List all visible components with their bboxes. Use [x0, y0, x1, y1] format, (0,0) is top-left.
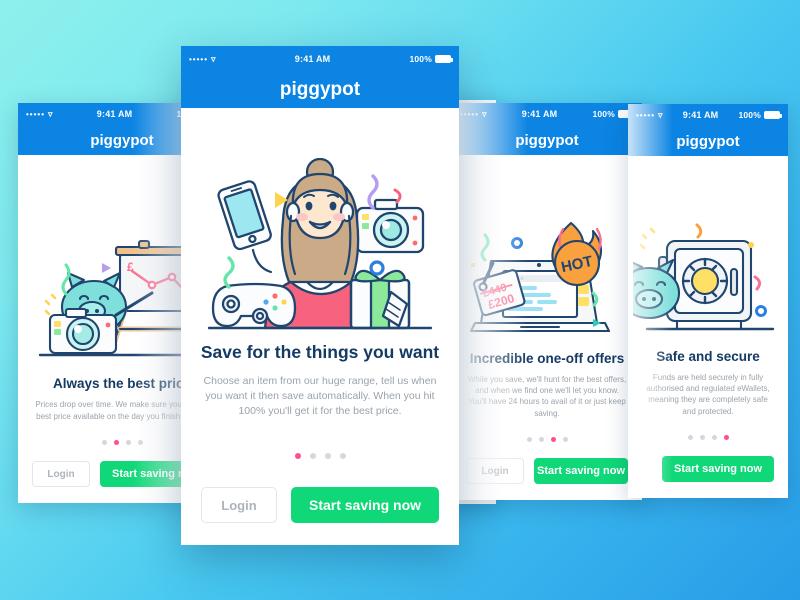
status-bar: ••••• ▿ 9:41 AM 100% [181, 46, 459, 72]
status-bar-time: 9:41 AM [96, 109, 133, 119]
signal-dots-icon: ••••• [26, 109, 46, 119]
piggy-safe-illustration [633, 223, 775, 330]
pagination-dots[interactable] [181, 453, 459, 459]
login-button[interactable]: Login [466, 458, 524, 484]
login-button[interactable]: Login [201, 487, 277, 523]
app-title-bar: piggypot [452, 125, 642, 155]
pagination-dot-3[interactable] [324, 453, 331, 459]
card-body: piggypot [452, 125, 642, 500]
card-actions: Login Start saving now [628, 456, 788, 482]
card-headline: Save for the things you want [200, 342, 440, 363]
illustration-laptop-hot-deal: £440 £200 HOT [452, 155, 642, 351]
pagination-dot-4[interactable] [723, 435, 729, 440]
battery-percent-label: 100% [409, 54, 432, 64]
status-bar-left: ••••• ▿ [189, 54, 216, 65]
pagination-dot-3[interactable] [125, 440, 131, 445]
card-body-text: Choose an item from our huge range, tell… [203, 375, 437, 418]
app-title-bar: piggypot [181, 72, 459, 108]
card-body-text: Funds are held securely in fully authori… [646, 372, 770, 416]
app-preview-stage: ••••• ▿ 9:41 AM 100% piggypot [0, 0, 800, 600]
battery-icon [764, 111, 782, 119]
pagination-dot-4[interactable] [137, 440, 143, 445]
status-bar-right: 100% [409, 54, 453, 64]
card-text-block: Safe and secure Funds are held securely … [628, 349, 788, 417]
start-saving-button[interactable]: Start saving now [291, 487, 439, 523]
status-bar-left: ••••• ▿ [460, 109, 487, 120]
onboarding-card-safe-and-secure[interactable]: ••••• ▿ 9:41 AM 100% piggypot Safe and s… [628, 104, 788, 498]
illustration-piggy-safe [628, 156, 788, 349]
onboarding-card-save-for-things[interactable]: ••••• ▿ 9:41 AM 100% piggypot Save for t… [181, 46, 459, 545]
card-text-block: Incredible one-off offers While you save… [452, 351, 642, 419]
start-saving-button[interactable]: Start saving now [534, 458, 628, 484]
pagination-dot-2[interactable] [699, 435, 705, 440]
signal-dots-icon: ••••• [189, 54, 209, 64]
pagination-dot-1[interactable] [687, 435, 693, 440]
pagination-dot-4[interactable] [339, 453, 346, 459]
pagination-dots[interactable] [628, 435, 788, 440]
pagination-dot-2[interactable] [309, 453, 316, 459]
pagination-dot-1[interactable] [526, 437, 532, 442]
pagination-dots[interactable] [452, 437, 642, 442]
app-title-bar: piggypot [628, 126, 788, 156]
card-headline: Safe and secure [656, 348, 760, 364]
card-actions: Login Start saving now [181, 487, 459, 523]
battery-percent-label: 100% [592, 109, 615, 119]
pagination-dot-4[interactable] [562, 437, 568, 442]
signal-dots-icon: ••••• [460, 109, 480, 119]
battery-percent-label: 100% [738, 110, 761, 120]
card-body-text: While you save, we'll hunt for the best … [467, 374, 627, 418]
pagination-dot-1[interactable] [101, 440, 107, 445]
status-bar-right: 100% [738, 110, 782, 120]
app-title: piggypot [676, 132, 740, 150]
girl-with-products-illustration [207, 158, 433, 330]
pagination-dot-1[interactable] [294, 453, 301, 459]
pagination-dot-3[interactable] [550, 437, 556, 442]
svg-text:£: £ [127, 260, 134, 274]
card-actions: Login Start saving now [452, 458, 642, 484]
onboarding-card-one-off-offers[interactable]: ••••• ▿ 9:41 AM 100% piggypot £440 £200 … [452, 103, 642, 500]
card-headline: Incredible one-off offers [469, 350, 625, 366]
app-title: piggypot [279, 79, 361, 100]
card-body: piggypot [181, 72, 459, 545]
card-text-block: Save for the things you want Choose an i… [181, 342, 459, 419]
app-title: piggypot [90, 131, 154, 149]
app-title: piggypot [515, 131, 579, 149]
pagination-dot-2[interactable] [538, 437, 544, 442]
card-body: piggypot [628, 126, 788, 498]
pagination-dot-2[interactable] [113, 440, 119, 445]
login-button[interactable]: Login [32, 461, 90, 487]
laptop-hot-deal-illustration: £440 £200 HOT [469, 221, 610, 332]
start-saving-button[interactable]: Start saving now [662, 456, 774, 482]
illustration-girl-with-products [181, 108, 459, 342]
status-bar-time: 9:41 AM [294, 54, 331, 64]
pagination-dot-3[interactable] [711, 435, 717, 440]
battery-icon [435, 55, 453, 63]
status-bar: ••••• ▿ 9:41 AM 100% [452, 103, 642, 125]
status-bar: ••••• ▿ 9:41 AM 100% [628, 104, 788, 126]
status-bar-time: 9:41 AM [682, 110, 719, 120]
status-bar-left: ••••• ▿ [636, 110, 663, 121]
status-bar-time: 9:41 AM [521, 109, 558, 119]
signal-dots-icon: ••••• [636, 110, 656, 120]
status-bar-left: ••••• ▿ [26, 109, 53, 120]
